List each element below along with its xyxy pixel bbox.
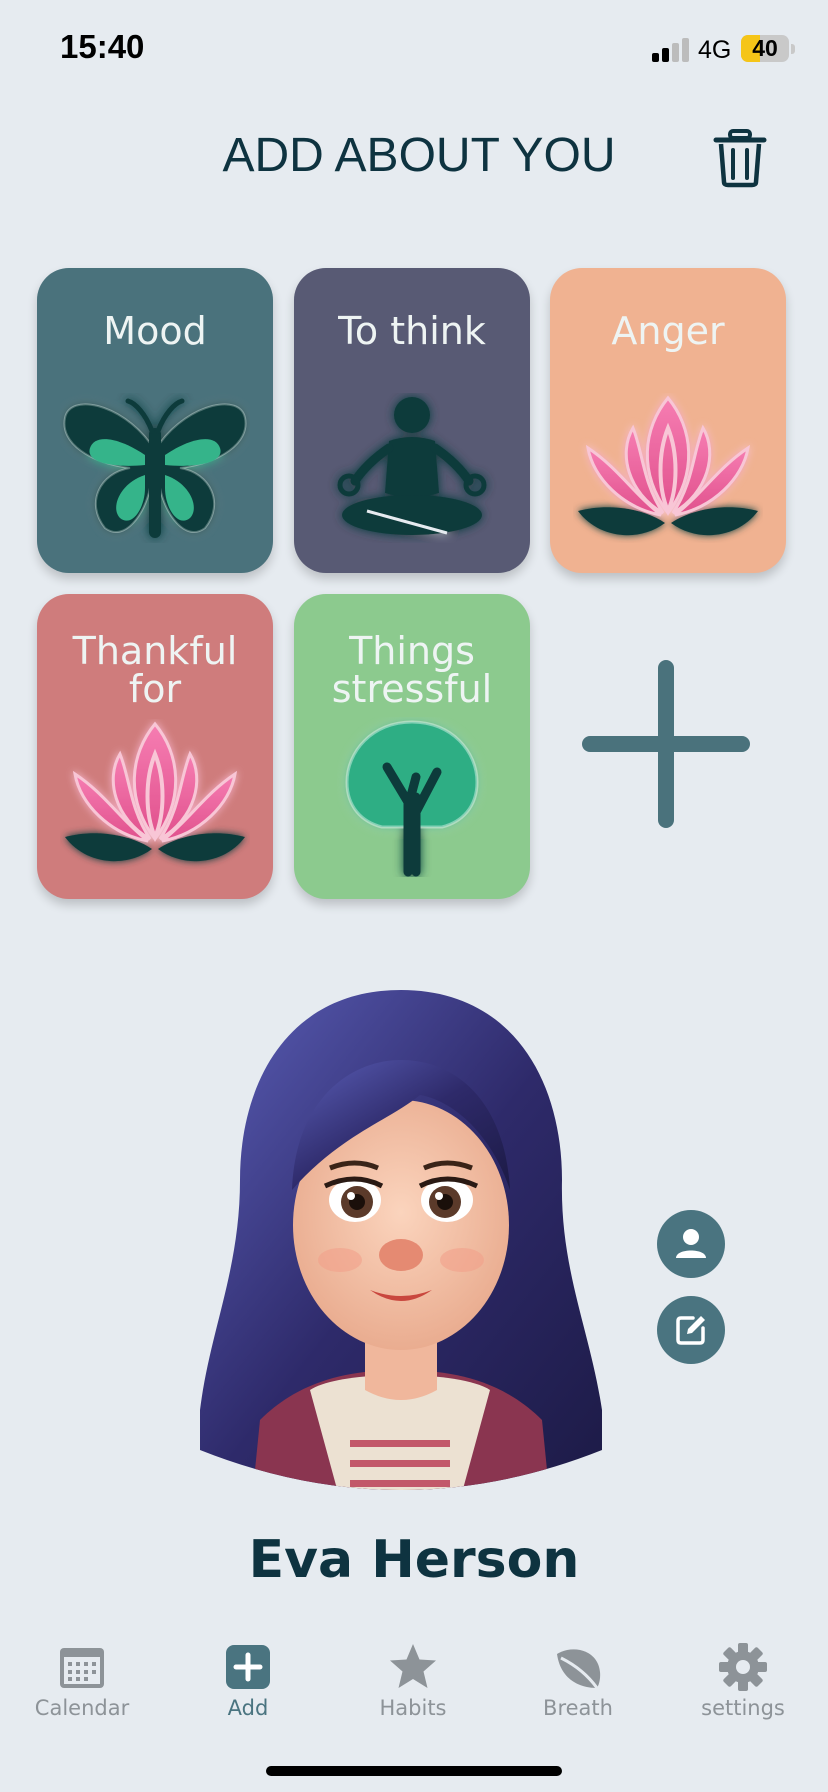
lotus-icon — [37, 719, 273, 869]
tab-bar: Calendar Add Habits Breath settings — [0, 1620, 828, 1740]
card-thankful-for[interactable]: Thankful for — [37, 594, 273, 899]
tab-add[interactable]: Add — [173, 1620, 323, 1730]
page-title: ADD ABOUT YOU — [222, 129, 616, 182]
plus-icon[interactable] — [582, 660, 750, 828]
profile-button[interactable] — [657, 1210, 725, 1278]
card-mood[interactable]: Mood — [37, 268, 273, 573]
tab-label: Habits — [379, 1696, 447, 1720]
network-type: 4G — [698, 36, 732, 64]
avatar — [200, 990, 602, 1500]
home-indicator — [266, 1766, 562, 1776]
card-label-line2: stressful — [331, 667, 493, 711]
card-label: Anger — [611, 309, 725, 353]
meditation-icon — [294, 393, 530, 543]
tab-calendar[interactable]: Calendar — [7, 1620, 157, 1730]
card-things-stressful[interactable]: Things stressful — [294, 594, 530, 899]
battery-icon: 40 — [741, 35, 789, 62]
card-label-line2: for — [128, 667, 182, 711]
card-label: Mood — [103, 309, 207, 353]
tab-label: Breath — [543, 1696, 613, 1720]
card-label: To think — [338, 309, 486, 353]
edit-profile-button[interactable] — [657, 1296, 725, 1364]
status-bar: 15:40 4G 40 — [0, 0, 828, 100]
tab-settings[interactable]: settings — [668, 1620, 818, 1730]
card-anger[interactable]: Anger — [550, 268, 786, 573]
tab-label: Add — [227, 1696, 269, 1720]
tree-icon — [294, 717, 530, 877]
card-label-line1: Thankful — [72, 629, 238, 673]
card-label: Things stressful — [294, 632, 530, 708]
gear-icon — [719, 1643, 767, 1691]
tab-habits[interactable]: Habits — [338, 1620, 488, 1730]
user-name: Eva Herson — [248, 1530, 580, 1590]
leaf-icon — [557, 1649, 601, 1689]
tab-label: settings — [701, 1696, 785, 1720]
user-icon — [676, 1229, 706, 1258]
tab-label: Calendar — [34, 1696, 130, 1720]
status-time: 15:40 — [60, 28, 145, 65]
lotus-icon — [550, 393, 786, 543]
star-icon — [390, 1644, 436, 1688]
edit-icon — [676, 1316, 705, 1345]
card-label: Thankful for — [37, 632, 273, 708]
signal-strength-icon — [652, 38, 692, 62]
battery-level: 40 — [752, 35, 778, 61]
calendar-icon — [60, 1648, 104, 1688]
card-label-line1: Things — [349, 629, 475, 673]
butterfly-icon — [37, 393, 273, 543]
tab-breath[interactable]: Breath — [503, 1620, 653, 1730]
plus-square-icon — [226, 1645, 270, 1689]
trash-icon[interactable] — [712, 128, 768, 188]
card-to-think[interactable]: To think — [294, 268, 530, 573]
